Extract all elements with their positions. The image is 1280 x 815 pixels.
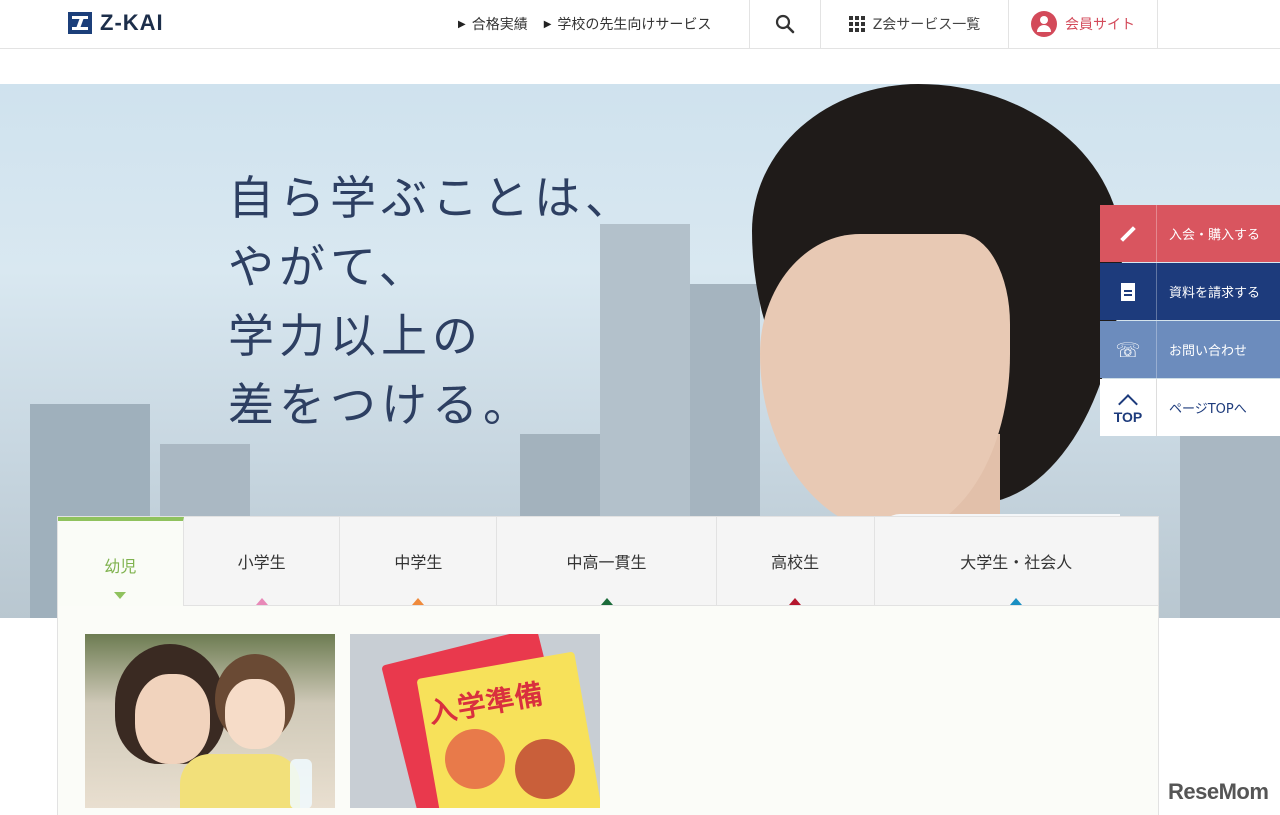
- hero-line: やがて、: [228, 240, 430, 294]
- grid-menu-icon: [848, 16, 865, 32]
- side-label: 資料を請求する: [1169, 286, 1261, 301]
- document-icon: [1100, 263, 1157, 320]
- page-top-button[interactable]: TOP ページTOPへ: [1100, 379, 1280, 436]
- tab-label: 大学生・社会人: [960, 553, 1073, 572]
- member-label: 会員サイト: [1065, 17, 1135, 33]
- side-label: ページTOPへ: [1169, 402, 1247, 417]
- tab-label: 中高一貫生: [566, 553, 647, 572]
- request-materials-button[interactable]: 資料を請求する: [1100, 263, 1280, 320]
- hero-line: 差をつける。: [228, 378, 534, 432]
- hero-headline: 自ら学ぶことは、 やがて、 学力以上の 差をつける。: [228, 164, 636, 440]
- tab-label: 中学生: [394, 553, 443, 572]
- member-site-button[interactable]: 会員サイト: [1008, 0, 1158, 48]
- hero-line: 自ら学ぶことは、: [228, 171, 636, 225]
- tab-label: 幼児: [104, 557, 137, 576]
- contact-button[interactable]: ☏ お問い合わせ: [1100, 321, 1280, 378]
- services-label: Z会サービス一覧: [872, 17, 981, 33]
- header-nav: ▶ 合格実績 ▶ 学校の先生向けサービス: [458, 0, 711, 48]
- chevron-up-icon: TOP: [1100, 379, 1157, 436]
- zkai-logo[interactable]: Z-KAI: [68, 10, 164, 35]
- triangle-right-icon: ▶: [543, 18, 552, 30]
- search-icon: [775, 14, 795, 34]
- nav-link-label: 学校の先生向けサービス: [557, 17, 712, 33]
- side-label: 入会・購入する: [1169, 228, 1261, 243]
- triangle-right-icon: ▶: [458, 18, 466, 30]
- side-action-bar: 入会・購入する 資料を請求する ☏ お問い合わせ TOP ページTOPへ: [1100, 205, 1280, 437]
- tab-marker-icon: [412, 598, 425, 605]
- category-tabs: 幼児 小学生 中学生 中高一貫生 高校生 大学生・社会人: [57, 516, 1159, 609]
- school-prep-workbook-card[interactable]: 入学準備: [350, 634, 600, 808]
- tab-marker-icon: [114, 592, 127, 599]
- tab-label: 高校生: [771, 553, 820, 572]
- nav-link-results[interactable]: ▶ 合格実績: [458, 14, 528, 34]
- phone-icon: ☏: [1100, 321, 1157, 378]
- services-menu-button[interactable]: Z会サービス一覧: [820, 0, 1008, 48]
- tab-marker-icon: [1010, 598, 1023, 605]
- tab-preschool[interactable]: 幼児: [58, 517, 184, 609]
- side-label: お問い合わせ: [1169, 344, 1248, 359]
- nav-link-label: 合格実績: [471, 17, 528, 33]
- tab-junior-high[interactable]: 中学生: [340, 517, 498, 605]
- tab-marker-icon: [255, 598, 268, 605]
- pencil-icon: [1100, 205, 1157, 262]
- search-button[interactable]: [749, 0, 820, 48]
- tab-marker-icon: [789, 598, 802, 605]
- zkai-logo-mark-icon: [68, 12, 92, 34]
- logo-text: Z-KAI: [100, 10, 164, 35]
- user-icon: [1031, 11, 1057, 37]
- tab-high-school[interactable]: 高校生: [717, 517, 875, 605]
- resemom-watermark: ReseMom: [1168, 779, 1269, 804]
- hero-line: 学力以上の: [228, 309, 483, 363]
- tab-university-adult[interactable]: 大学生・社会人: [875, 517, 1158, 605]
- mother-child-card[interactable]: [85, 634, 335, 808]
- tab-marker-icon: [600, 598, 613, 605]
- tab-content-panel: 入学準備: [57, 606, 1159, 815]
- site-header: Z-KAI ▶ 合格実績 ▶ 学校の先生向けサービス Z会サービス一覧 会員サイ…: [0, 0, 1280, 49]
- tab-integrated-school[interactable]: 中高一貫生: [497, 517, 717, 605]
- join-purchase-button[interactable]: 入会・購入する: [1100, 205, 1280, 262]
- tab-elementary[interactable]: 小学生: [184, 517, 341, 605]
- tab-label: 小学生: [237, 553, 286, 572]
- nav-link-teachers[interactable]: ▶ 学校の先生向けサービス: [544, 14, 712, 34]
